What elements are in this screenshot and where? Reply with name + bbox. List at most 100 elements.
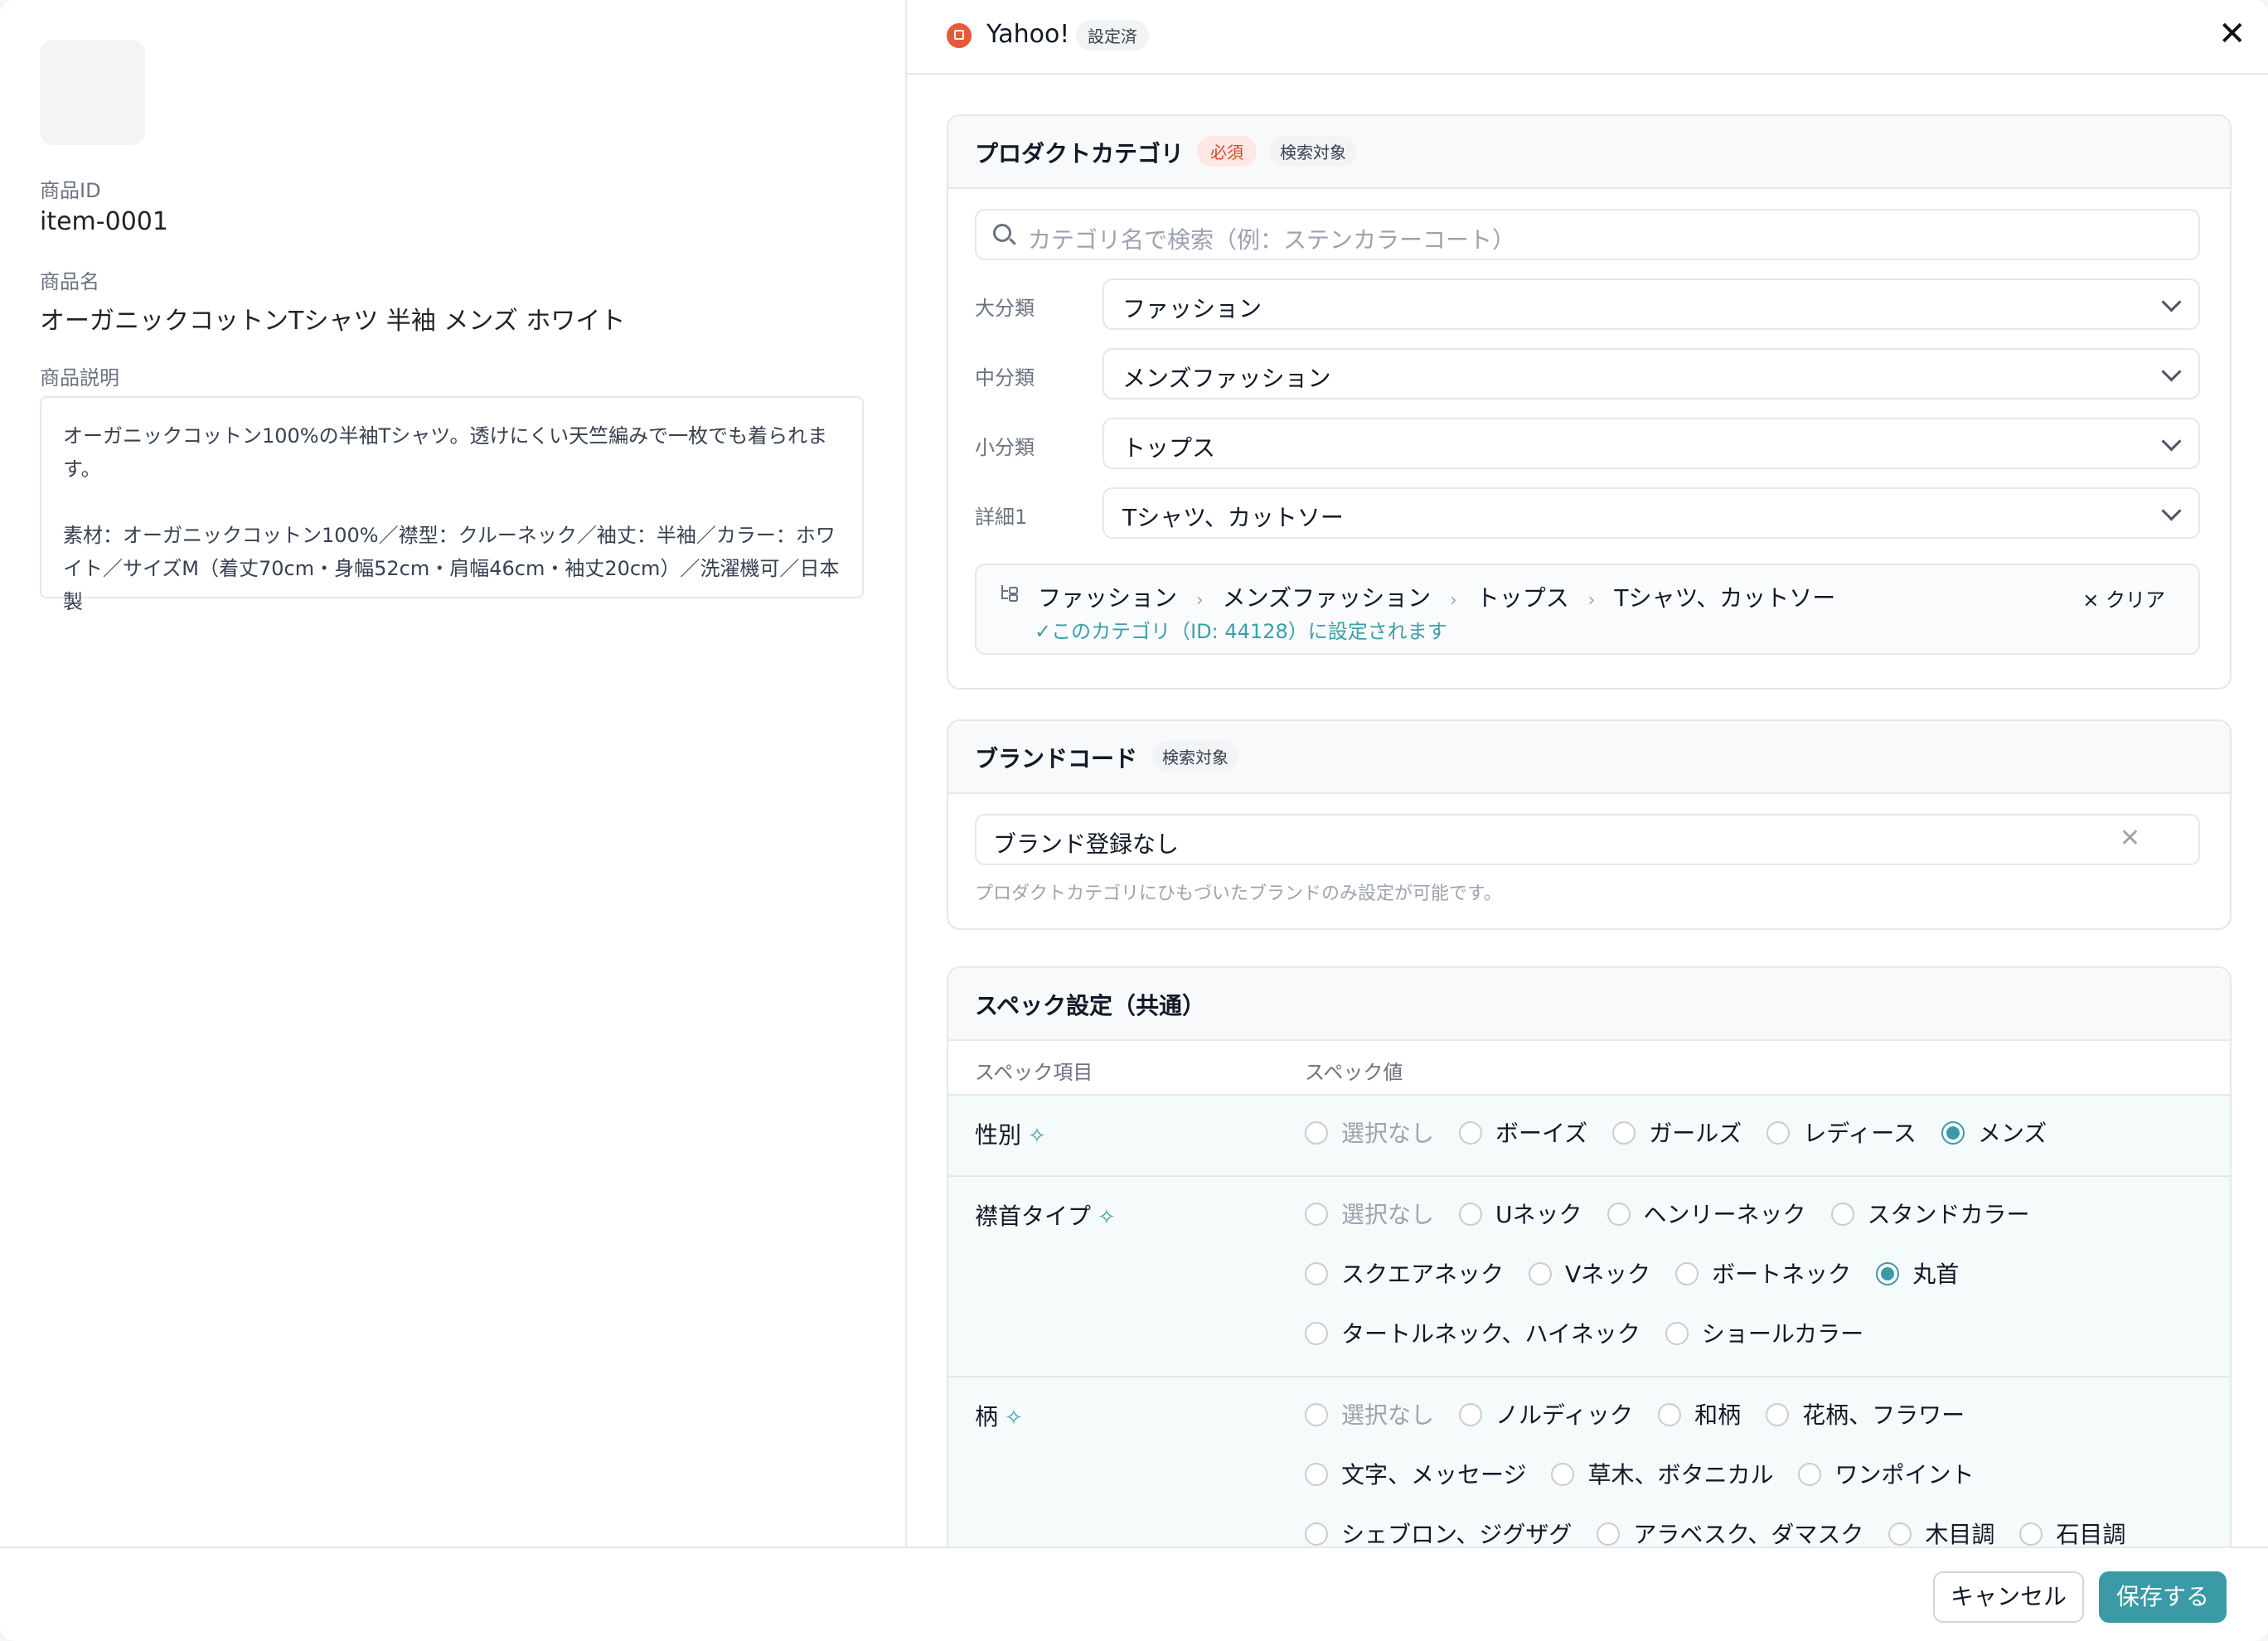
product-description-p2: 素材：オーガニックコットン100%／襟型：クルーネック／袖丈：半袖／カラー：ホワ… <box>63 524 840 613</box>
detail1-select[interactable]: Tシャツ、カットソー <box>1102 487 2200 539</box>
spec-option[interactable]: 石目調 <box>2019 1517 2125 1547</box>
spec-option[interactable]: ショールカラー <box>1665 1316 1863 1349</box>
spec-option-label: ノルディック <box>1495 1401 1634 1429</box>
radio-icon[interactable] <box>1305 1403 1328 1426</box>
radio-icon[interactable] <box>1888 1522 1912 1546</box>
spec-option[interactable]: アラベスク、ダマスク <box>1597 1517 1863 1547</box>
spec-table-header: スペック項目 スペック値 <box>948 1041 2230 1096</box>
radio-selected-icon[interactable] <box>1941 1121 1965 1145</box>
clear-brand-icon[interactable]: ✕ <box>2120 824 2140 853</box>
level3-select[interactable]: トップス <box>1102 418 2200 469</box>
spec-option-label: 草木、ボタニカル <box>1587 1461 1774 1489</box>
brand-card-header: ブランドコード 検索対象 <box>948 721 2230 794</box>
spec-option-label: ガールズ <box>1649 1120 1742 1147</box>
spec-option-label: Vネック <box>1565 1261 1651 1288</box>
radio-icon[interactable] <box>1459 1203 1483 1226</box>
brand-code-field[interactable]: ブランド登録なし ✕ <box>975 814 2200 865</box>
spec-option[interactable]: ボートネック <box>1675 1256 1851 1290</box>
spec-option[interactable]: ワンポイント <box>1798 1457 1974 1490</box>
radio-icon[interactable] <box>2019 1522 2043 1546</box>
spec-col-item: スペック項目 <box>975 1061 1093 1084</box>
radio-icon[interactable] <box>1665 1322 1689 1345</box>
breadcrumb-separator: › <box>1450 590 1457 611</box>
spec-option[interactable]: Uネック <box>1459 1197 1582 1230</box>
radio-selected-icon[interactable] <box>1876 1262 1900 1285</box>
spec-option-line: スクエアネック Vネック ボートネック 丸首 <box>1305 1256 2217 1316</box>
radio-icon[interactable] <box>1766 1403 1790 1426</box>
brand-card: ブランドコード 検索対象 ブランド登録なし ✕ プロダクトカテゴリにひもづいたブ… <box>947 719 2232 930</box>
spec-option[interactable]: 木目調 <box>1888 1517 1994 1547</box>
category-search-input[interactable]: カテゴリ名で検索（例：ステンカラーコート） <box>975 209 2200 260</box>
chevron-down-icon <box>2161 361 2182 382</box>
radio-icon[interactable] <box>1459 1121 1483 1145</box>
spec-option-label: レディース <box>1803 1120 1917 1147</box>
product-info-panel: 商品ID item-0001 商品名 オーガニックコットンTシャツ 半袖 メンズ… <box>0 0 907 1547</box>
spec-options: 選択なし ボーイズ ガールズ レディース メンズ <box>1305 1116 2217 1175</box>
radio-icon[interactable] <box>1612 1121 1636 1145</box>
category-breadcrumb: ファッション › メンズファッション › トップス › Tシャツ、カットソー <box>1038 580 1835 613</box>
spec-option[interactable]: ヘンリーネック <box>1606 1197 1806 1230</box>
spec-option[interactable]: 選択なし <box>1305 1197 1434 1230</box>
radio-icon[interactable] <box>1551 1463 1575 1486</box>
spec-option[interactable]: Vネック <box>1529 1256 1650 1290</box>
category-path-box: ファッション › メンズファッション › トップス › Tシャツ、カットソー ✓… <box>975 564 2200 655</box>
spec-option[interactable]: 丸首 <box>1876 1256 1959 1290</box>
breadcrumb-separator: › <box>1587 590 1596 611</box>
radio-icon[interactable] <box>1658 1403 1682 1426</box>
radio-icon[interactable] <box>1305 1262 1328 1285</box>
settings-panel: Yahoo! 設定済 ✕ プロダクトカテゴリ 必須 検索対象 カテゴリ名で検索（… <box>907 0 2268 1547</box>
radio-icon[interactable] <box>1305 1522 1328 1546</box>
radio-icon[interactable] <box>1305 1121 1328 1145</box>
radio-icon[interactable] <box>1459 1403 1483 1426</box>
spec-option[interactable]: タートルネック、ハイネック <box>1305 1316 1640 1349</box>
breadcrumb-item: Tシャツ、カットソー <box>1614 584 1836 612</box>
radio-icon[interactable] <box>1798 1463 1822 1486</box>
level2-select[interactable]: メンズファッション <box>1102 348 2200 399</box>
spec-option[interactable]: ノルディック <box>1459 1397 1633 1430</box>
spec-option[interactable]: 草木、ボタニカル <box>1551 1457 1773 1490</box>
spec-option-label: スクエアネック <box>1341 1261 1505 1288</box>
spec-title: スペック設定（共通） <box>975 992 1206 1019</box>
ai-sparkle-icon: ✧ <box>1098 1205 1116 1230</box>
spec-option[interactable]: ボーイズ <box>1459 1116 1587 1149</box>
cancel-button[interactable]: キャンセル <box>1933 1571 2084 1623</box>
spec-option-label: 花柄、フラワー <box>1802 1401 1965 1429</box>
spec-option-label: 選択なし <box>1341 1401 1435 1429</box>
spec-option-line: シェブロン、ジグザグ アラベスク、ダマスク 木目調 石目調 <box>1305 1517 2217 1547</box>
channel-name: Yahoo! <box>986 20 1070 49</box>
settings-scroll-area[interactable]: プロダクトカテゴリ 必須 検索対象 カテゴリ名で検索（例：ステンカラーコート） … <box>907 75 2268 1547</box>
radio-icon[interactable] <box>1766 1121 1791 1145</box>
spec-option[interactable]: 選択なし <box>1305 1397 1434 1430</box>
radio-icon[interactable] <box>1529 1262 1553 1285</box>
level3-value: トップス <box>1122 434 1216 462</box>
spec-option[interactable]: シェブロン、ジグザグ <box>1305 1517 1572 1547</box>
spec-option-label: 和柄 <box>1694 1401 1742 1429</box>
level2-label: 中分類 <box>975 366 1035 390</box>
clear-category-button[interactable]: × クリア <box>2082 583 2165 612</box>
spec-option[interactable]: 選択なし <box>1305 1116 1434 1149</box>
radio-icon[interactable] <box>1305 1322 1328 1345</box>
radio-icon[interactable] <box>1597 1522 1621 1546</box>
radio-icon[interactable] <box>1830 1203 1854 1226</box>
save-button[interactable]: 保存する <box>2099 1571 2227 1623</box>
spec-option[interactable]: スタンドカラー <box>1830 1197 2030 1230</box>
spec-option[interactable]: 花柄、フラワー <box>1766 1397 1965 1430</box>
breadcrumb-item: トップス <box>1476 584 1569 612</box>
brand-code-value: ブランド登録なし <box>993 830 1180 858</box>
radio-icon[interactable] <box>1675 1262 1699 1285</box>
tree-icon <box>1001 585 1018 602</box>
close-icon[interactable]: ✕ <box>2218 15 2246 53</box>
spec-option[interactable]: 文字、メッセージ <box>1305 1457 1526 1490</box>
level1-select[interactable]: ファッション <box>1102 278 2200 330</box>
radio-icon[interactable] <box>1305 1463 1328 1486</box>
radio-icon[interactable] <box>1305 1203 1328 1226</box>
spec-option[interactable]: レディース <box>1766 1116 1917 1149</box>
spec-option[interactable]: 和柄 <box>1658 1397 1741 1430</box>
spec-option[interactable]: ガールズ <box>1612 1116 1742 1149</box>
category-id-note: ✓このカテゴリ（ID: 44128）に設定されます <box>1035 620 1447 643</box>
spec-option[interactable]: スクエアネック <box>1305 1256 1504 1290</box>
spec-option-line: 選択なし ノルディック 和柄 花柄、フラワー <box>1305 1397 2217 1457</box>
radio-icon[interactable] <box>1606 1203 1631 1226</box>
spec-option[interactable]: メンズ <box>1941 1116 2047 1149</box>
spec-name: 性別 ✧ <box>975 1117 1046 1150</box>
